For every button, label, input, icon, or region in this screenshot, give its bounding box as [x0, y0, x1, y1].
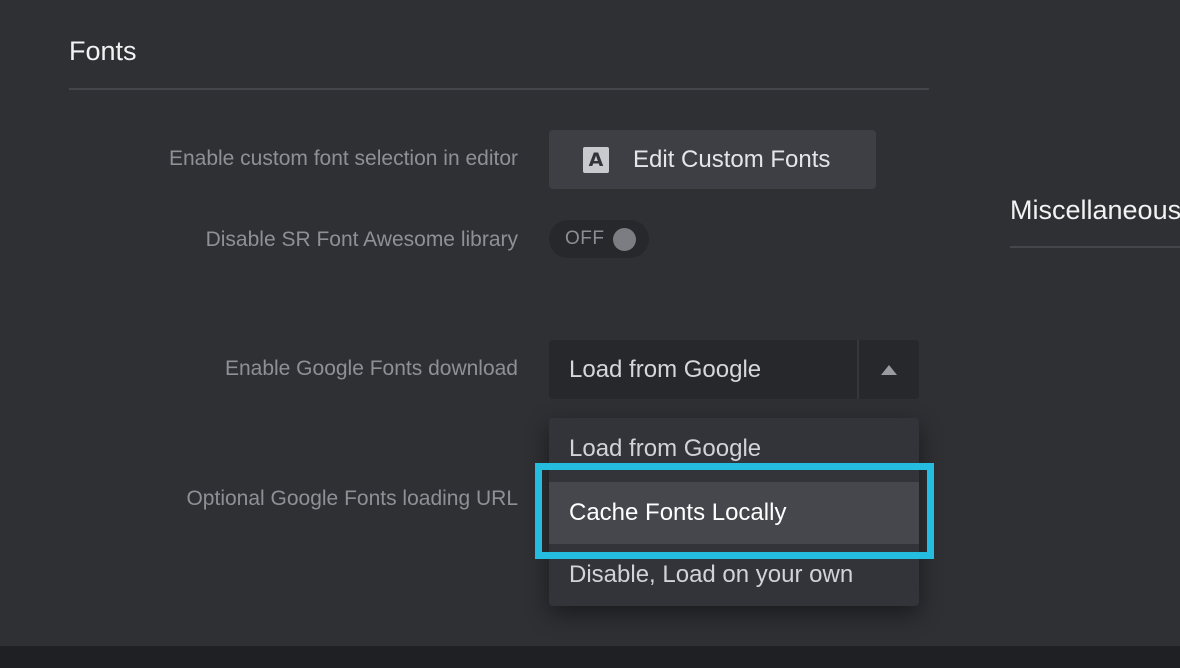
dropdown-option-load-from-google[interactable]: Load from Google [549, 418, 919, 480]
bottom-background-strip [0, 646, 1180, 668]
toggle-state-text: OFF [565, 228, 605, 249]
google-fonts-download-label: Enable Google Fonts download [224, 357, 518, 380]
fonts-section-divider [69, 88, 929, 90]
misc-section-title: Miscellaneous [1010, 195, 1180, 225]
google-fonts-select-value: Load from Google [569, 355, 762, 383]
misc-section-divider [1010, 246, 1180, 248]
edit-custom-fonts-button[interactable]: A Edit Custom Fonts [549, 130, 876, 189]
font-awesome-label: Disable SR Font Awesome library [205, 228, 518, 251]
fonts-section-title: Fonts [69, 36, 137, 66]
chevron-up-icon [881, 364, 897, 375]
google-fonts-url-label: Optional Google Fonts loading URL [186, 487, 518, 510]
settings-panel: Fonts Miscellaneous Enable custom font s… [0, 0, 1180, 646]
edit-custom-fonts-label: Edit Custom Fonts [633, 145, 831, 173]
select-arrow-button[interactable] [859, 340, 919, 399]
custom-font-label: Enable custom font selection in editor [168, 147, 518, 170]
google-fonts-dropdown-menu: Load from Google Cache Fonts Locally Dis… [549, 418, 919, 606]
font-letter-a-icon: A [583, 146, 609, 173]
dropdown-option-cache-fonts-locally[interactable]: Cache Fonts Locally [549, 482, 919, 544]
google-fonts-select[interactable]: Load from Google [549, 340, 919, 399]
toggle-knob [613, 228, 636, 251]
dropdown-option-disable-load-own[interactable]: Disable, Load on your own [549, 544, 919, 606]
font-awesome-toggle[interactable]: OFF [549, 220, 649, 258]
